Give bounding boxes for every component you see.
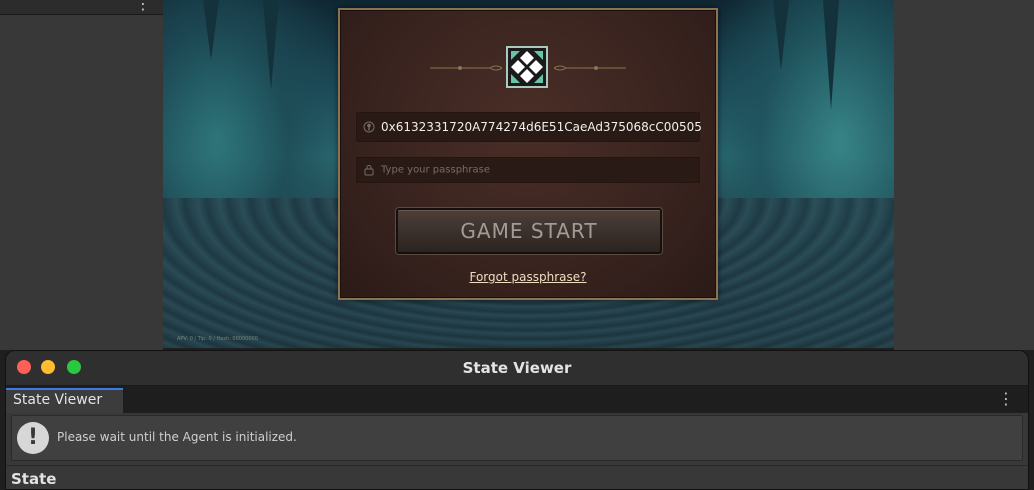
login-dialog: 0x6132331720A774274d6E51CaeAd375068cC005…: [338, 8, 718, 300]
ornament-right-icon: [554, 65, 626, 71]
window-titlebar[interactable]: State Viewer: [6, 351, 1028, 386]
stalactite: [263, 0, 279, 90]
ornament-left-icon: [430, 65, 502, 71]
state-section-header[interactable]: State: [6, 465, 1028, 489]
stalactite: [773, 0, 789, 70]
left-panel-menu-icon[interactable]: ⋮: [135, 0, 151, 12]
address-field[interactable]: 0x6132331720A774274d6E51CaeAd375068cC005…: [356, 112, 702, 142]
window-title: State Viewer: [462, 359, 572, 377]
passphrase-input[interactable]: Type your passphrase: [356, 157, 700, 183]
state-viewer-body: ! Please wait until the Agent is initial…: [6, 413, 1028, 489]
key-icon: [363, 121, 375, 133]
forgot-passphrase-container: Forgot passphrase?: [340, 270, 716, 284]
agent-notice: ! Please wait until the Agent is initial…: [11, 415, 1023, 461]
forgot-passphrase-link[interactable]: Forgot passphrase?: [469, 270, 586, 284]
game-logo-icon: [506, 46, 548, 88]
kebab-menu-icon[interactable]: ⋮: [998, 389, 1014, 408]
state-viewer-window: State Viewer State Viewer ⋮ ! Please wai…: [5, 350, 1029, 490]
right-editor-panel: [894, 0, 1034, 350]
notice-text: Please wait until the Agent is initializ…: [57, 430, 297, 444]
state-section-label: State: [11, 470, 57, 488]
stalactite: [203, 0, 219, 60]
hud-version-text: APV: 0 / Tip: 0 / Hash: 00000000: [177, 336, 258, 342]
lock-icon: [364, 165, 374, 176]
address-value: 0x6132331720A774274d6E51CaeAd375068cC005…: [381, 120, 702, 134]
stalactite: [823, 0, 839, 110]
tab-bar: State Viewer ⋮: [6, 386, 1028, 413]
game-start-button[interactable]: GAME START: [396, 208, 662, 254]
tab-state-viewer[interactable]: State Viewer: [6, 388, 123, 413]
left-editor-panel: ⋮: [0, 0, 163, 350]
passphrase-placeholder: Type your passphrase: [381, 164, 490, 176]
warning-icon: !: [17, 422, 49, 454]
left-panel-toolbar: ⋮: [0, 0, 163, 15]
